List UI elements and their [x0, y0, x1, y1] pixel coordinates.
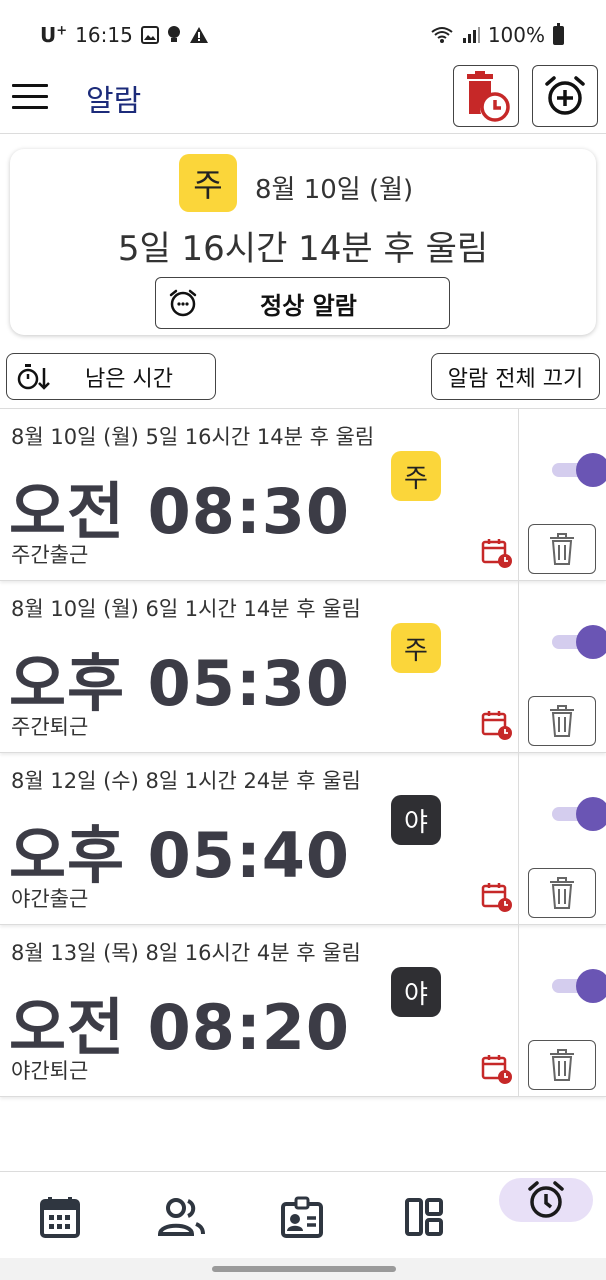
alarm-name: 야간퇴근 [11, 1059, 89, 1083]
bottom-nav [0, 1171, 606, 1259]
list-item[interactable]: 8월 13일 (목) 8일 16시간 4분 후 울림 오전 08:20 야간퇴근… [0, 925, 606, 1097]
calendar-icon [40, 1197, 80, 1238]
alarm-list: 8월 10일 (월) 5일 16시간 14분 후 울림 오전 08:30 주간출… [0, 408, 606, 1097]
next-alarm-remaining: 5일 16시간 14분 후 울림 [117, 229, 489, 269]
alarm-time: 오후 05:40 [9, 819, 351, 892]
add-alarm-icon [545, 76, 585, 115]
nav-alarm[interactable] [499, 1178, 593, 1222]
sort-label: 남은 시간 [85, 366, 173, 392]
alarm-toggle[interactable] [552, 969, 606, 1003]
battery-level: 100% [487, 23, 545, 47]
alarm-time: 오후 05:30 [9, 647, 351, 720]
alarm-face-icon [169, 289, 197, 317]
alarm-next-ring: 8월 10일 (월) 6일 1시간 14분 후 울림 [11, 597, 361, 621]
alarm-clock-icon [528, 1181, 564, 1218]
all-alarms-off-button[interactable]: 알람 전체 끄기 [431, 353, 600, 400]
app-bar: 알람 [0, 62, 606, 134]
list-item[interactable]: 8월 10일 (월) 6일 1시간 14분 후 울림 오후 05:30 주간퇴근… [0, 581, 606, 753]
alarm-next-ring: 8월 12일 (수) 8일 1시간 24분 후 울림 [11, 769, 361, 793]
nav-id-badge[interactable] [272, 1192, 332, 1242]
shift-badge: 주 [179, 154, 237, 212]
delete-button[interactable] [528, 524, 596, 574]
list-item[interactable]: 8월 10일 (월) 5일 16시간 14분 후 울림 오전 08:30 주간출… [0, 409, 606, 581]
add-alarm-button[interactable] [532, 65, 598, 127]
warning-icon [189, 27, 208, 43]
alarm-name: 주간출근 [11, 543, 89, 567]
calendar-clock-icon[interactable] [481, 537, 513, 569]
alarm-name: 주간퇴근 [11, 715, 89, 739]
clock: 16:15 [75, 23, 133, 47]
next-alarm-date: 8월 10일 (월) [255, 175, 414, 205]
status-bar: U+ 16:15 100% [0, 0, 606, 70]
nav-layout[interactable] [394, 1192, 454, 1242]
next-alarm-card: 주 8월 10일 (월) 5일 16시간 14분 후 울림 정상 알람 [10, 149, 596, 335]
alarm-name: 야간출근 [11, 887, 89, 911]
trash-icon [550, 877, 574, 909]
battery-icon [553, 22, 564, 45]
id-badge-icon [281, 1196, 323, 1238]
alarm-mode-button[interactable]: 정상 알람 [155, 277, 450, 329]
alarm-next-ring: 8월 13일 (목) 8일 16시간 4분 후 울림 [11, 941, 361, 965]
people-icon [157, 1198, 205, 1236]
trash-icon [550, 1049, 574, 1081]
delete-button[interactable] [528, 868, 596, 918]
shift-badge: 야 [391, 795, 441, 845]
shift-badge: 주 [391, 451, 441, 501]
calendar-clock-icon[interactable] [481, 881, 513, 913]
shift-badge: 주 [391, 623, 441, 673]
layout-icon [405, 1198, 443, 1236]
calendar-clock-icon[interactable] [481, 1053, 513, 1085]
nav-people[interactable] [151, 1192, 211, 1242]
list-item[interactable]: 8월 12일 (수) 8일 1시간 24분 후 울림 오후 05:40 야간출근… [0, 753, 606, 925]
sort-button[interactable]: 남은 시간 [6, 353, 216, 400]
alarm-toggle[interactable] [552, 453, 606, 487]
alarm-toggle[interactable] [552, 797, 606, 831]
alarm-time: 오전 08:20 [9, 991, 351, 1064]
alarm-time: 오전 08:30 [9, 475, 351, 548]
trash-icon [550, 533, 574, 565]
alarm-mode-label: 정상 알람 [260, 291, 357, 320]
delete-button[interactable] [528, 1040, 596, 1090]
carrier: U+ [40, 23, 68, 47]
alarm-history-icon [467, 71, 510, 122]
alarm-history-button[interactable] [453, 65, 519, 127]
bulb-icon [167, 26, 180, 42]
wifi-icon [431, 27, 453, 43]
nav-calendar[interactable] [30, 1192, 90, 1242]
gesture-area [0, 1258, 606, 1280]
shift-badge: 야 [391, 967, 441, 1017]
page-title: 알람 [86, 84, 142, 119]
menu-icon[interactable] [12, 84, 48, 110]
delete-button[interactable] [528, 696, 596, 746]
gallery-icon [140, 26, 159, 44]
trash-icon [550, 705, 574, 737]
alarm-toggle[interactable] [552, 625, 606, 659]
home-gesture-bar[interactable] [212, 1266, 396, 1272]
sort-timer-icon [17, 363, 50, 390]
alarm-next-ring: 8월 10일 (월) 5일 16시간 14분 후 울림 [11, 425, 375, 449]
signal-icon [462, 27, 480, 43]
calendar-clock-icon[interactable] [481, 709, 513, 741]
